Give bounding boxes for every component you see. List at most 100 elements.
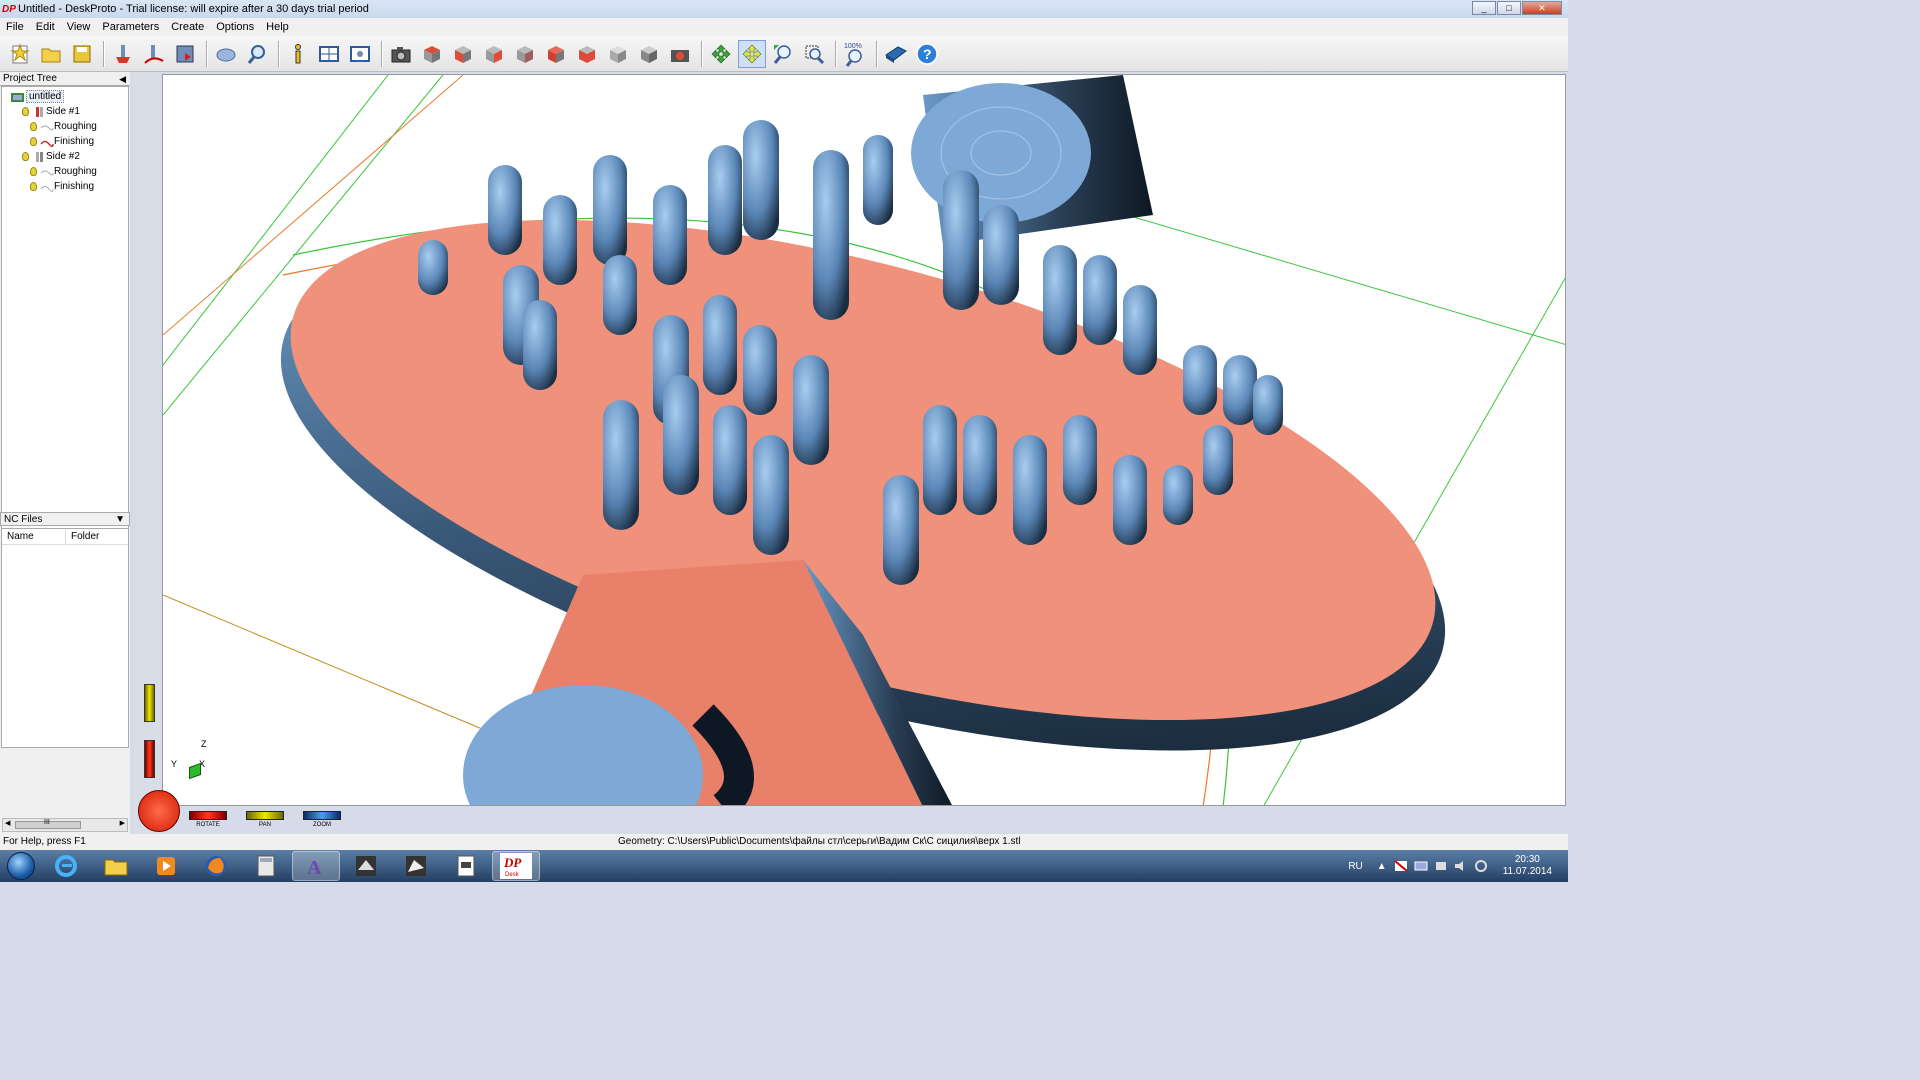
inspect-button[interactable] [243,40,271,68]
scroll-left-icon[interactable]: ◀ [5,819,10,827]
tree-item-side1-finishing[interactable]: Finishing [2,134,128,149]
menu-create[interactable]: Create [165,21,210,33]
start-button[interactable] [0,850,42,882]
rotate-button[interactable] [707,40,735,68]
zoom-window-button[interactable] [800,40,828,68]
zoom-window-icon [805,45,825,64]
pan-button[interactable] [738,39,766,68]
lightbulb-icon[interactable] [22,152,29,161]
lightbulb-icon[interactable] [30,167,37,176]
task-ie[interactable] [42,851,90,881]
task-deskproto[interactable]: DP Desk [492,851,540,881]
view-right-button[interactable] [480,40,508,68]
mode-pan[interactable]: PAN [246,811,284,831]
menu-options[interactable]: Options [210,21,260,33]
task-app1[interactable] [342,851,390,881]
help-button[interactable]: ? [913,40,941,68]
scroll-right-icon[interactable]: ▶ [120,819,125,827]
task-app2[interactable] [392,851,440,881]
menu-file[interactable]: File [0,21,30,33]
save-project-button[interactable] [68,40,96,68]
view-front-button[interactable] [449,40,477,68]
task-artcam[interactable]: A [292,851,340,881]
lightbulb-icon[interactable] [30,182,37,191]
task-explorer[interactable] [92,851,140,881]
layout-button[interactable] [315,40,343,68]
rotate-dial[interactable] [138,790,180,832]
rotate-slider[interactable] [144,740,155,778]
update-icon[interactable] [1473,859,1489,873]
maximize-button[interactable]: □ [1497,1,1521,15]
tree-item-side1[interactable]: Side #1 [2,104,128,119]
column-name[interactable]: Name [2,529,66,544]
project-tree-header: Project Tree ◀ [0,72,130,86]
tree-item-label: Side #2 [46,151,80,162]
mode-rotate[interactable]: ROTATE [189,811,227,831]
collapse-arrow-icon[interactable]: ◀ [119,72,126,86]
tree-item-side1-roughing[interactable]: Roughing [2,119,128,134]
tree-item-label: Roughing [54,121,97,132]
tree-item-side2[interactable]: Side #2 [2,149,128,164]
boundary-line [1092,204,1565,345]
close-button[interactable]: ✕ [1522,1,1562,15]
pan-arrows-icon [742,44,762,63]
info-button[interactable] [284,40,312,68]
dropdown-arrow-icon[interactable]: ▼ [115,513,125,527]
operation-parameters-button[interactable] [140,40,168,68]
rotate-arrows-icon [711,44,731,63]
open-project-button[interactable] [37,40,65,68]
show-part-button[interactable] [212,40,240,68]
zoom-in-button[interactable] [769,40,797,68]
menu-edit[interactable]: Edit [30,21,61,33]
menu-help[interactable]: Help [260,21,295,33]
zoom-100-button[interactable]: 100% [841,40,869,68]
clock[interactable]: 20:30 11.07.2014 [1503,854,1552,878]
power-icon[interactable] [1433,859,1449,873]
windows-logo-icon [7,852,35,880]
lightbulb-icon[interactable] [30,122,37,131]
lightbulb-icon[interactable] [22,107,29,116]
view-iso2-button[interactable] [635,40,663,68]
roughing-icon [40,125,54,130]
3d-viewport[interactable]: Z Y X [162,74,1566,806]
scroll-thumb[interactable]: III [15,819,81,829]
nc-files-list[interactable]: Name Folder [1,528,129,748]
zoom-bar [303,811,341,820]
task-media[interactable] [142,851,190,881]
volume-icon[interactable] [1453,859,1469,873]
camera-view-button[interactable] [387,40,415,68]
view-left-button[interactable] [542,40,570,68]
task-firefox[interactable] [192,851,240,881]
task-app3[interactable] [442,851,490,881]
view-bottom-button[interactable] [573,40,601,68]
menu-parameters[interactable]: Parameters [96,21,165,33]
tree-horizontal-scrollbar[interactable]: ◀ III ▶ [2,818,128,832]
mode-zoom[interactable]: ZOOM [303,811,341,831]
language-indicator[interactable]: RU [1348,861,1362,872]
new-project-button[interactable] [6,40,34,68]
flag-icon[interactable] [1393,859,1409,873]
menu-view[interactable]: View [61,21,97,33]
zoom-in-icon [773,44,791,64]
nc-files-header[interactable]: NC Files ▼ [0,512,130,526]
column-folder[interactable]: Folder [66,529,99,544]
tree-item-side2-finishing[interactable]: Finishing [2,179,128,194]
task-calculator[interactable] [242,851,290,881]
roughing-icon [40,170,54,175]
manual-button[interactable] [882,40,910,68]
pan-slider[interactable] [144,684,155,722]
view-iso-button[interactable] [604,40,632,68]
tray-arrow-icon[interactable]: ▲ [1377,861,1387,872]
view-settings-button[interactable] [346,40,374,68]
network-icon[interactable] [1413,859,1429,873]
render-button[interactable] [666,40,694,68]
view-top-button[interactable] [418,40,446,68]
tree-item-project[interactable]: untitled [2,89,128,104]
lightbulb-icon[interactable] [30,137,37,146]
part-parameters-button[interactable] [109,40,137,68]
minimize-button[interactable]: _ [1472,1,1496,15]
view-back-button[interactable] [511,40,539,68]
write-nc-button[interactable] [171,40,199,68]
tree-item-side2-roughing[interactable]: Roughing [2,164,128,179]
svg-text:A: A [307,857,322,878]
